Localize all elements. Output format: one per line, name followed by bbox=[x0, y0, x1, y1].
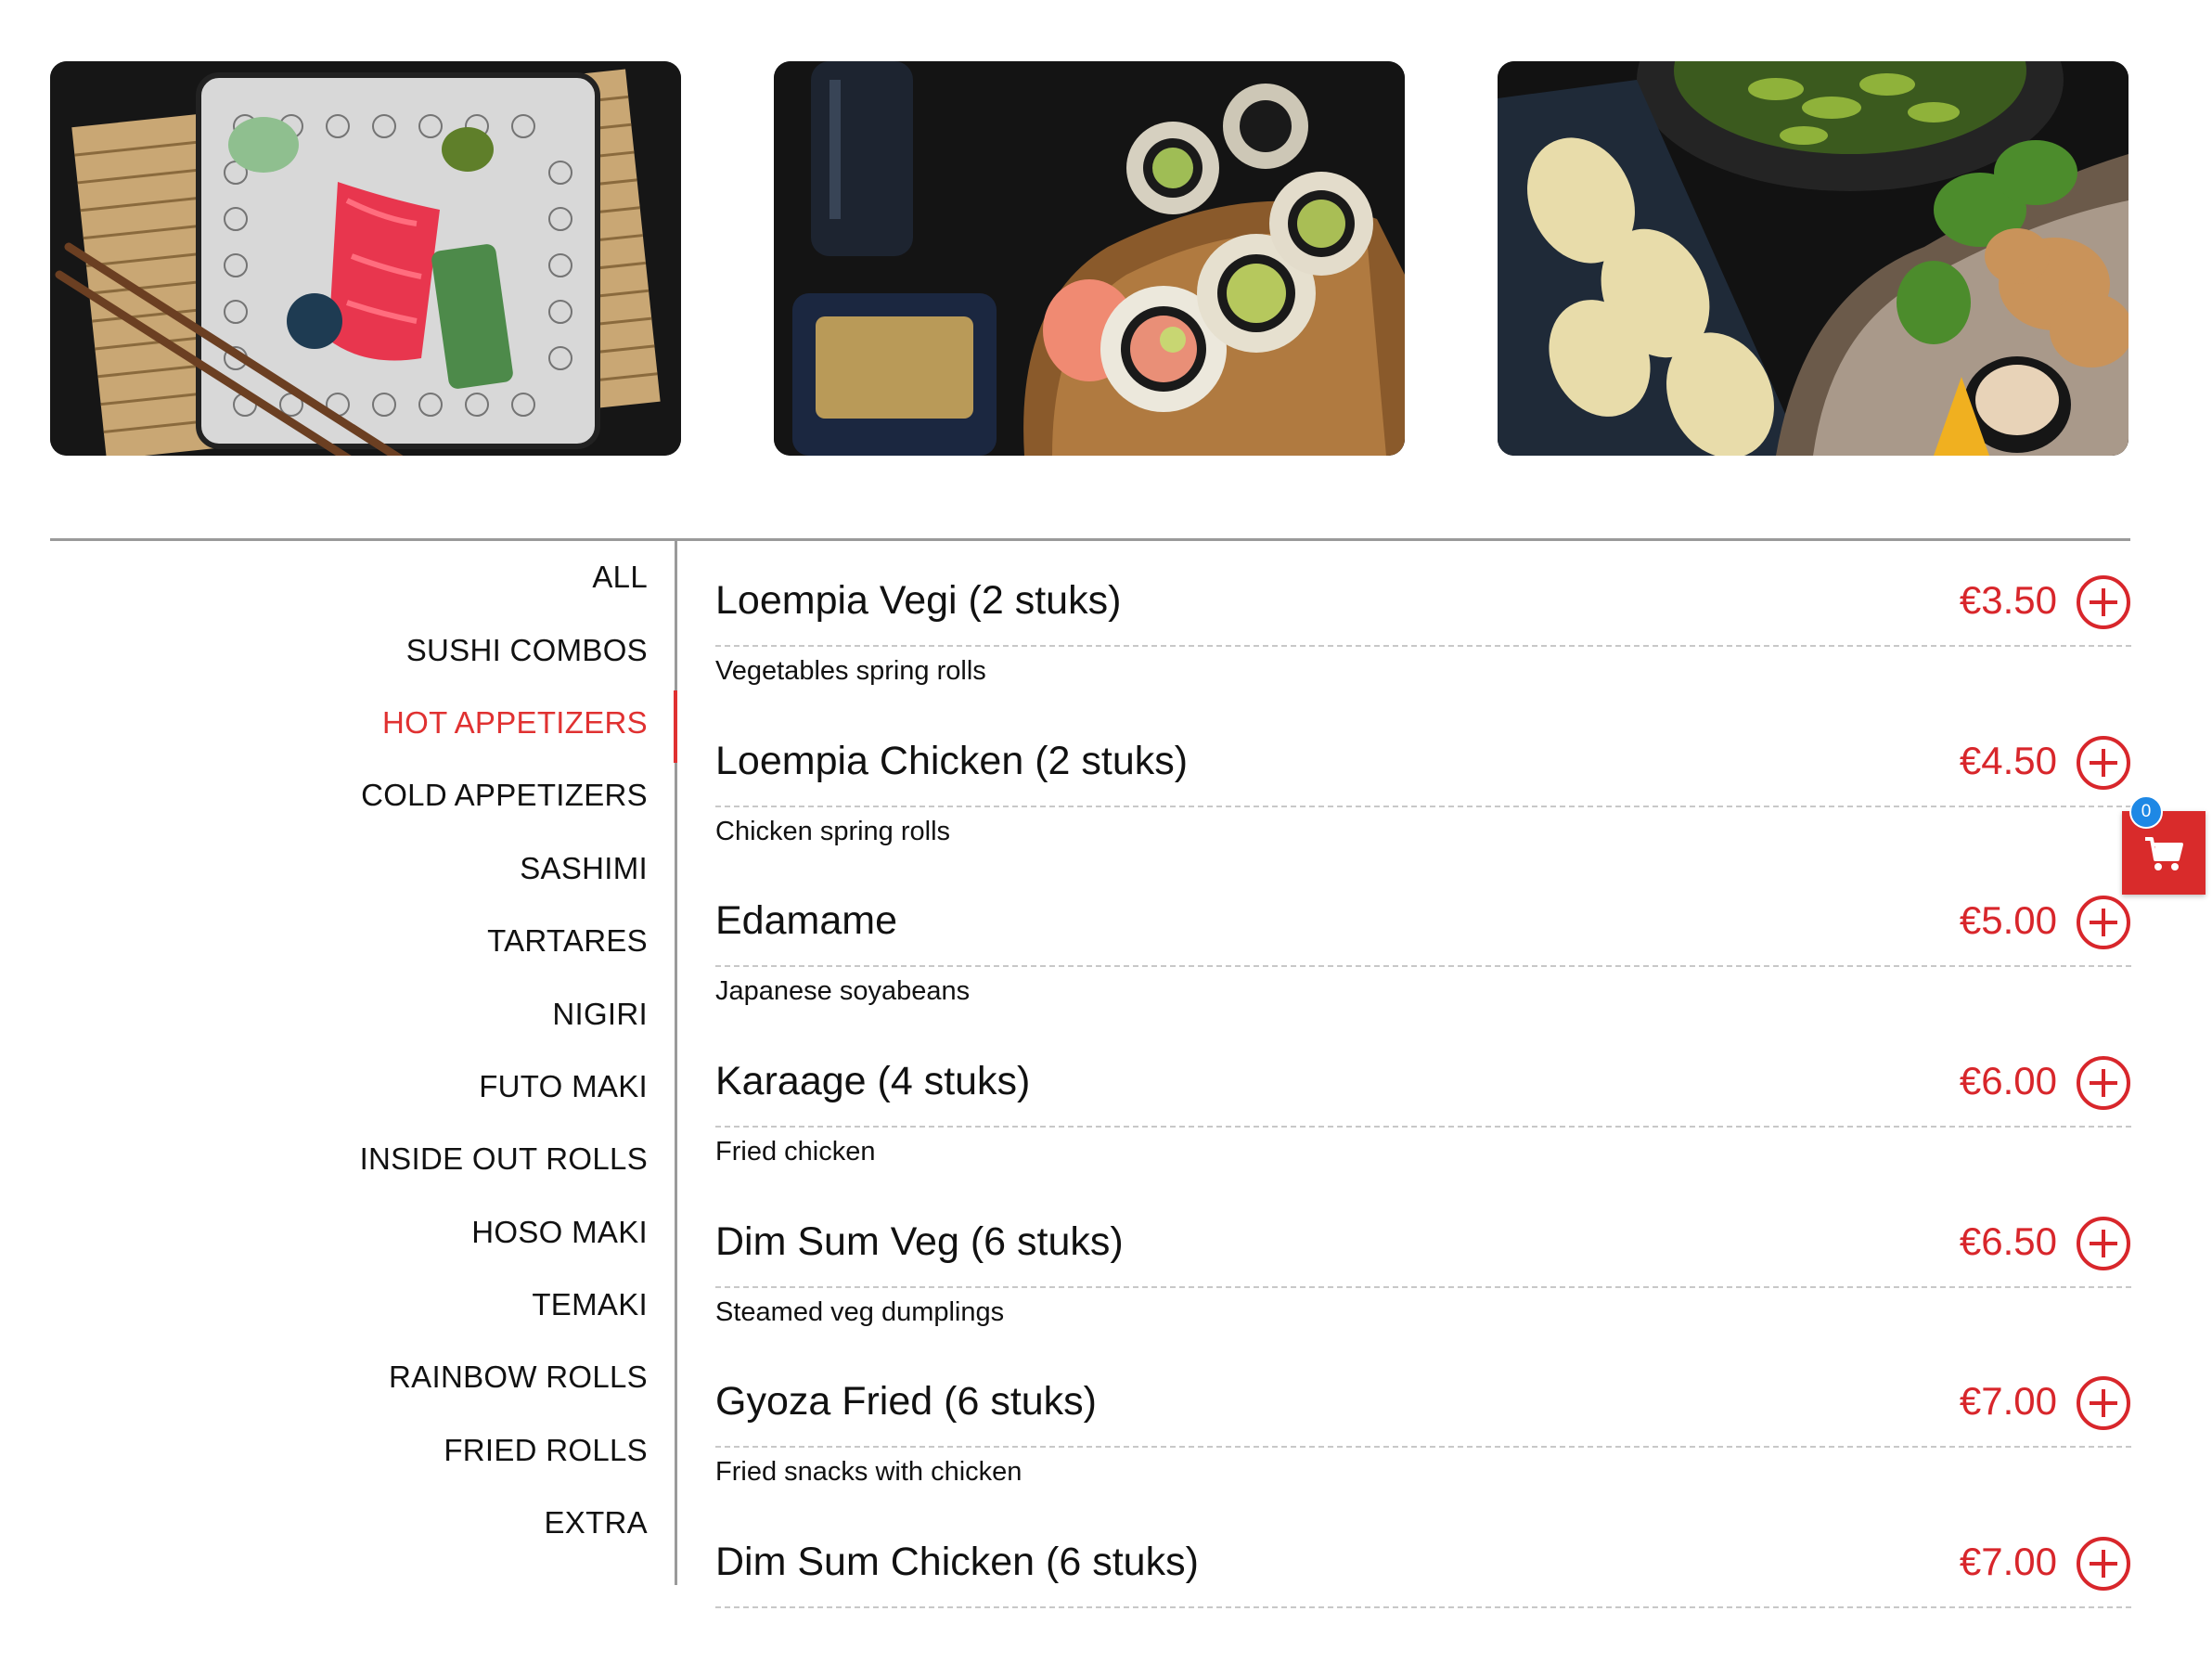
category-sashimi[interactable]: SASHIMI bbox=[50, 832, 648, 905]
menu-item-description: Fried snacks with chicken bbox=[715, 1457, 1022, 1488]
menu-item-name: Loempia Vegi (2 stuks) bbox=[715, 578, 1122, 623]
menu-item-header: Karaage (4 stuks) €6.00 bbox=[715, 1022, 2131, 1128]
menu-item-header: Loempia Chicken (2 stuks) €4.50 bbox=[715, 702, 2131, 807]
menu-item-price: €7.00 bbox=[1959, 1379, 2057, 1424]
category-nigiri[interactable]: NIGIRI bbox=[50, 977, 648, 1050]
menu-item: Loempia Chicken (2 stuks) €4.50 Chicken … bbox=[715, 702, 2131, 862]
menu-item-name: Gyoza Fried (6 stuks) bbox=[715, 1379, 1097, 1425]
sushi-rolls-photo bbox=[774, 61, 1405, 456]
menu-item-description: Vegetables spring rolls bbox=[715, 656, 986, 686]
category-inside-out-rolls[interactable]: INSIDE OUT ROLLS bbox=[50, 1123, 648, 1195]
plus-circle-icon bbox=[2077, 1216, 2130, 1270]
add-to-cart-button[interactable] bbox=[2076, 895, 2131, 950]
menu-item: Dim Sum Veg (6 stuks) €6.50 Steamed veg … bbox=[715, 1182, 2131, 1343]
category-rainbow-rolls[interactable]: RAINBOW ROLLS bbox=[50, 1341, 648, 1413]
menu-item-header: Edamame €5.00 bbox=[715, 861, 2131, 968]
menu-item-price: €3.50 bbox=[1959, 578, 2057, 622]
sashimi-platter-photo bbox=[50, 61, 681, 456]
category-hoso-maki[interactable]: HOSO MAKI bbox=[50, 1196, 648, 1269]
menu-item-price: €6.50 bbox=[1959, 1218, 2057, 1263]
menu-item-price: €7.00 bbox=[1959, 1540, 2057, 1584]
menu-item-header: Dim Sum Chicken (6 stuks) €7.00 bbox=[715, 1502, 2131, 1609]
menu-item-list: Loempia Vegi (2 stuks) €3.50 Vegetables … bbox=[715, 541, 2131, 1663]
category-sidebar: ALL SUSHI COMBOS HOT APPETIZERS COLD APP… bbox=[50, 541, 648, 1559]
add-to-cart-button[interactable] bbox=[2076, 735, 2131, 791]
menu-item-description: Steamed veg dumplings bbox=[715, 1296, 1005, 1327]
plus-circle-icon bbox=[2077, 735, 2130, 790]
add-to-cart-button[interactable] bbox=[2076, 1216, 2131, 1271]
menu-item-name: Karaage (4 stuks) bbox=[715, 1059, 1031, 1104]
menu-item: Karaage (4 stuks) €6.00 Fried chicken bbox=[715, 1022, 2131, 1182]
plus-circle-icon bbox=[2077, 1537, 2130, 1592]
menu-item: Gyoza Fried (6 stuks) €7.00 Fried snacks… bbox=[715, 1342, 2131, 1502]
menu-item-name: Dim Sum Veg (6 stuks) bbox=[715, 1218, 1124, 1264]
gyoza-karaage-photo bbox=[1498, 61, 2128, 456]
category-all[interactable]: ALL bbox=[50, 541, 648, 613]
cart-count-badge: 0 bbox=[2129, 795, 2163, 829]
menu-item-price: €4.50 bbox=[1959, 738, 2057, 782]
add-to-cart-button[interactable] bbox=[2076, 1536, 2131, 1592]
menu-item-price: €6.00 bbox=[1959, 1059, 2057, 1103]
category-temaki[interactable]: TEMAKI bbox=[50, 1269, 648, 1341]
category-extra[interactable]: EXTRA bbox=[50, 1487, 648, 1559]
menu-item-name: Edamame bbox=[715, 898, 897, 944]
category-sushi-combos[interactable]: SUSHI COMBOS bbox=[50, 613, 648, 686]
category-hot-appetizers[interactable]: HOT APPETIZERS bbox=[50, 687, 648, 759]
add-to-cart-button[interactable] bbox=[2076, 574, 2131, 630]
plus-circle-icon bbox=[2077, 1056, 2130, 1111]
menu-item-header: Loempia Vegi (2 stuks) €3.50 bbox=[715, 541, 2131, 647]
plus-circle-icon bbox=[2077, 896, 2130, 950]
menu-item-header: Gyoza Fried (6 stuks) €7.00 bbox=[715, 1342, 2131, 1449]
add-to-cart-button[interactable] bbox=[2076, 1375, 2131, 1431]
category-cold-appetizers[interactable]: COLD APPETIZERS bbox=[50, 759, 648, 832]
category-tartares[interactable]: TARTARES bbox=[50, 905, 648, 977]
shopping-cart-icon bbox=[2145, 837, 2183, 870]
plus-circle-icon bbox=[2077, 1376, 2130, 1431]
menu-item-header: Dim Sum Veg (6 stuks) €6.50 bbox=[715, 1182, 2131, 1288]
menu-item-description: Japanese soyabeans bbox=[715, 976, 971, 1007]
menu-item-name: Dim Sum Chicken (6 stuks) bbox=[715, 1540, 1199, 1585]
add-to-cart-button[interactable] bbox=[2076, 1055, 2131, 1111]
menu-item: Dim Sum Chicken (6 stuks) €7.00 bbox=[715, 1502, 2131, 1663]
category-fried-rolls[interactable]: FRIED ROLLS bbox=[50, 1414, 648, 1487]
menu-item-price: €5.00 bbox=[1959, 898, 2057, 943]
menu-item-name: Loempia Chicken (2 stuks) bbox=[715, 738, 1189, 783]
menu-item-description: Fried chicken bbox=[715, 1137, 876, 1167]
menu-item: Edamame €5.00 Japanese soyabeans bbox=[715, 861, 2131, 1022]
category-futo-maki[interactable]: FUTO MAKI bbox=[50, 1051, 648, 1123]
plus-circle-icon bbox=[2077, 575, 2130, 629]
menu-item-description: Chicken spring rolls bbox=[715, 816, 951, 846]
menu-item: Loempia Vegi (2 stuks) €3.50 Vegetables … bbox=[715, 541, 2131, 702]
active-category-indicator bbox=[674, 690, 677, 763]
